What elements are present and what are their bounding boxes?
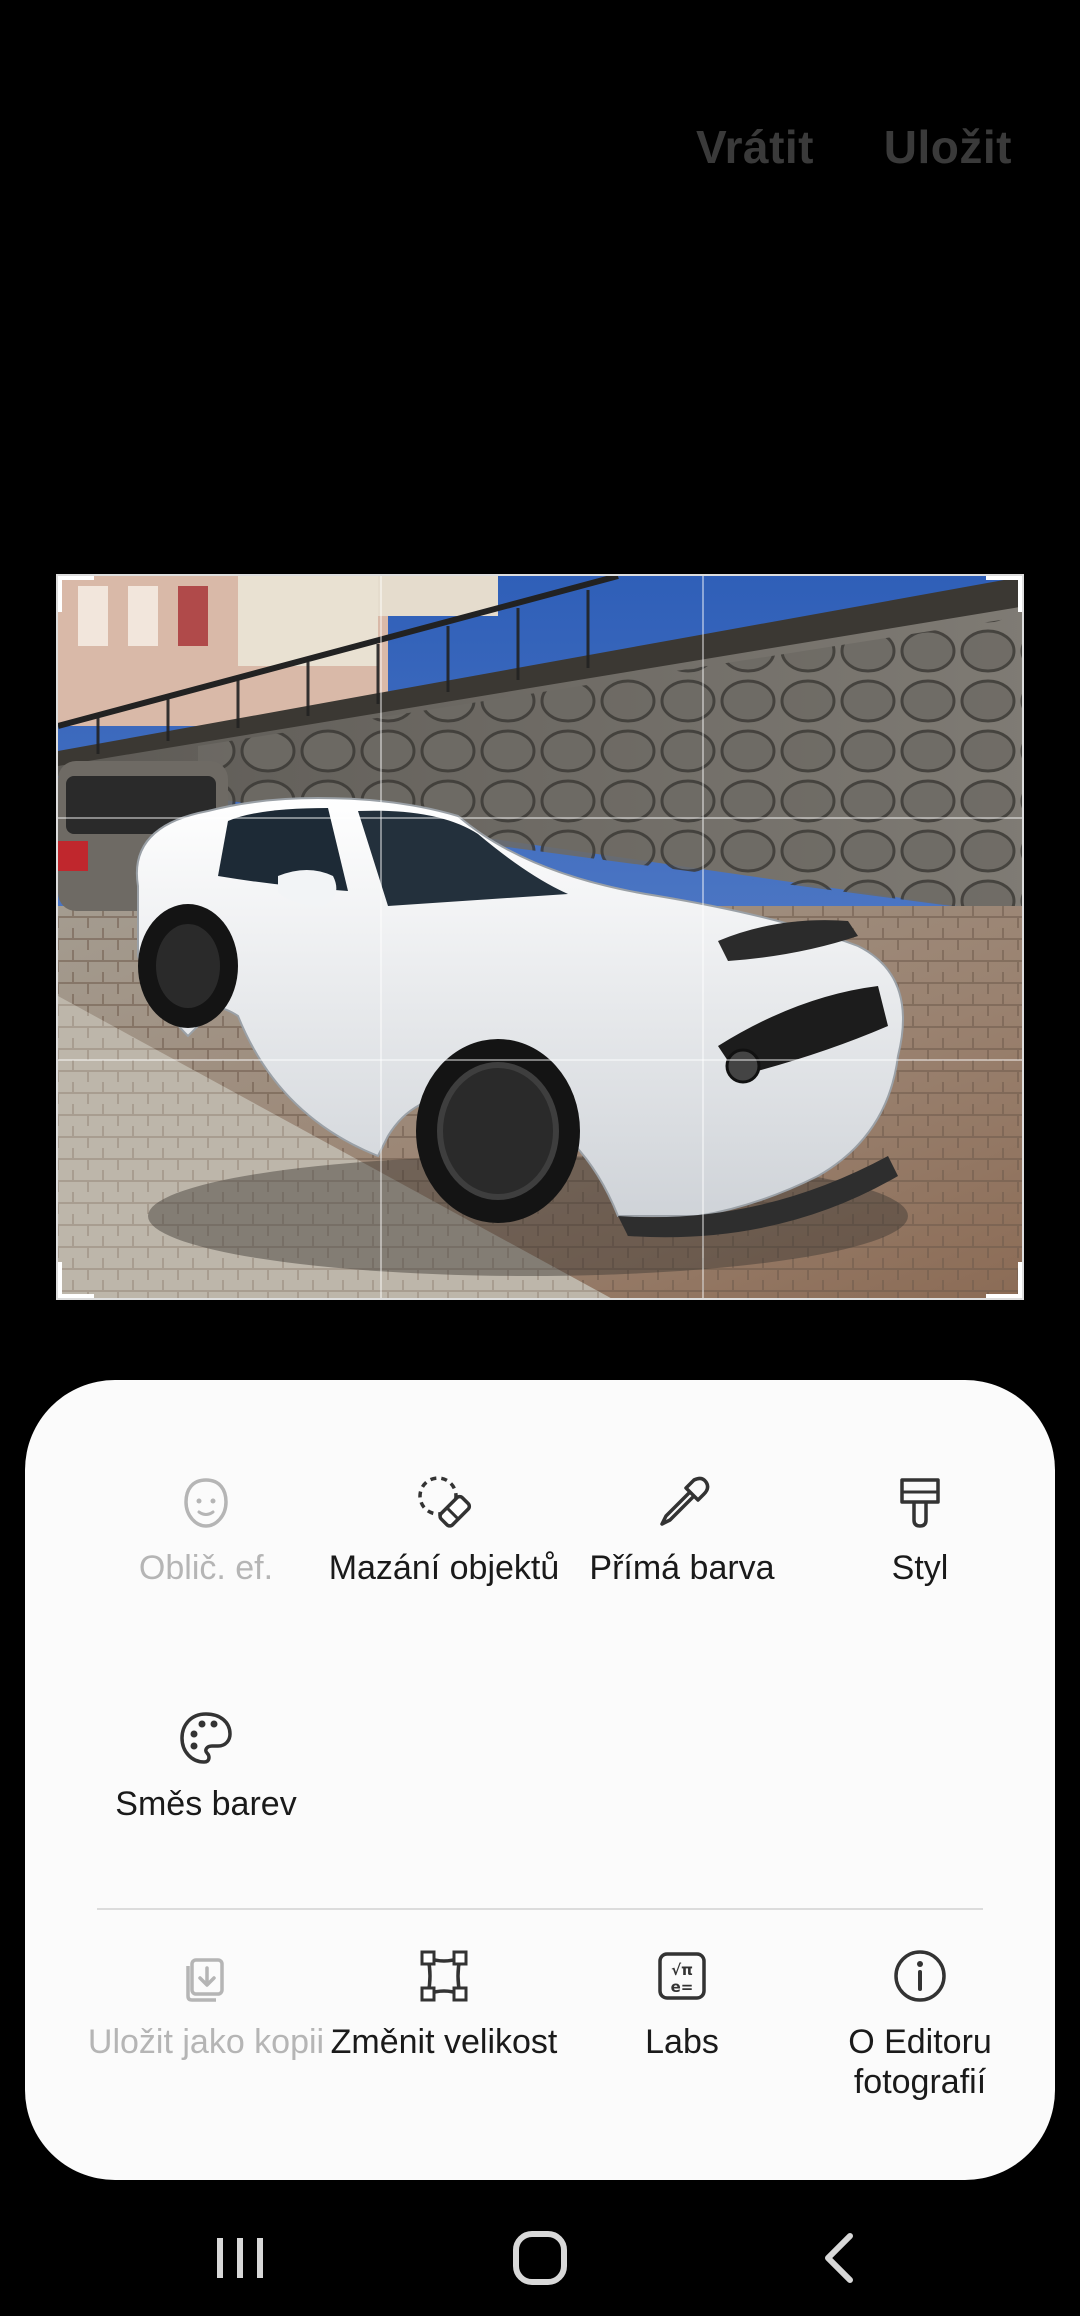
tool-label: Přímá barva: [589, 1549, 775, 1587]
crop-handle-bottom-left[interactable]: [58, 1262, 94, 1298]
tool-face-effects[interactable]: Oblič. ef.: [87, 1468, 325, 1588]
editor-top-bar: Vrátit Uložit: [0, 120, 1080, 190]
crop-grid-line: [58, 817, 1022, 819]
option-save-as-copy[interactable]: Uložit jako kopii: [87, 1942, 325, 2062]
home-icon: [513, 2231, 567, 2285]
crop-handle-top-left[interactable]: [58, 576, 94, 612]
brush-icon: [900, 1478, 940, 1528]
tools-sheet: Oblič. ef. Mazání objektů Přímá barva St…: [25, 1380, 1055, 2180]
photo-preview: [58, 576, 1022, 1298]
palette-icon: [180, 1712, 232, 1764]
tool-style[interactable]: Styl: [801, 1468, 1039, 1588]
labs-icon: √π e=: [658, 1952, 706, 2000]
section-divider: [97, 1908, 983, 1910]
option-label: O Editoru fotografií: [848, 2023, 992, 2101]
eraser-icon: [418, 1476, 472, 1528]
option-label: Změnit velikost: [330, 2023, 558, 2061]
tool-color-mix[interactable]: Směs barev: [87, 1704, 325, 1824]
crop-grid-line: [58, 1059, 1022, 1061]
svg-text:e=: e=: [671, 1978, 694, 1996]
crop-handle-bottom-right[interactable]: [986, 1262, 1022, 1298]
revert-button[interactable]: Vrátit: [696, 120, 814, 174]
recents-button[interactable]: [200, 2228, 280, 2288]
tool-spot-color[interactable]: Přímá barva: [563, 1468, 801, 1588]
tool-label: Mazání objektů: [328, 1549, 560, 1587]
tool-object-eraser[interactable]: Mazání objektů: [325, 1468, 563, 1588]
tool-label: Oblič. ef.: [138, 1549, 274, 1587]
resize-icon: [420, 1950, 468, 2002]
option-resize[interactable]: Změnit velikost: [325, 1942, 563, 2062]
eyedropper-icon: [660, 1476, 710, 1526]
crop-grid-line: [380, 576, 382, 1298]
crop-handle-top-right[interactable]: [986, 576, 1022, 612]
svg-text:√π: √π: [671, 1961, 693, 1979]
save-copy-icon: [186, 1958, 224, 2002]
option-label: Labs: [645, 2023, 719, 2061]
back-button[interactable]: [800, 2228, 880, 2288]
back-icon: [825, 2233, 853, 2283]
recents-icon: [217, 2238, 263, 2278]
face-icon: [184, 1478, 228, 1528]
option-about-editor[interactable]: O Editoru fotografií: [801, 1942, 1039, 2102]
photo-crop-area[interactable]: [56, 574, 1024, 1300]
save-button[interactable]: Uložit: [884, 120, 1012, 174]
option-label: Uložit jako kopii: [87, 2023, 325, 2061]
info-icon: [894, 1950, 946, 2002]
home-button[interactable]: [500, 2228, 580, 2288]
crop-grid-line: [702, 576, 704, 1298]
option-labs[interactable]: √π e= Labs: [563, 1942, 801, 2062]
system-navigation-bar: [0, 2200, 1080, 2316]
tool-label: Směs barev: [115, 1785, 297, 1823]
tool-label: Styl: [891, 1549, 949, 1587]
